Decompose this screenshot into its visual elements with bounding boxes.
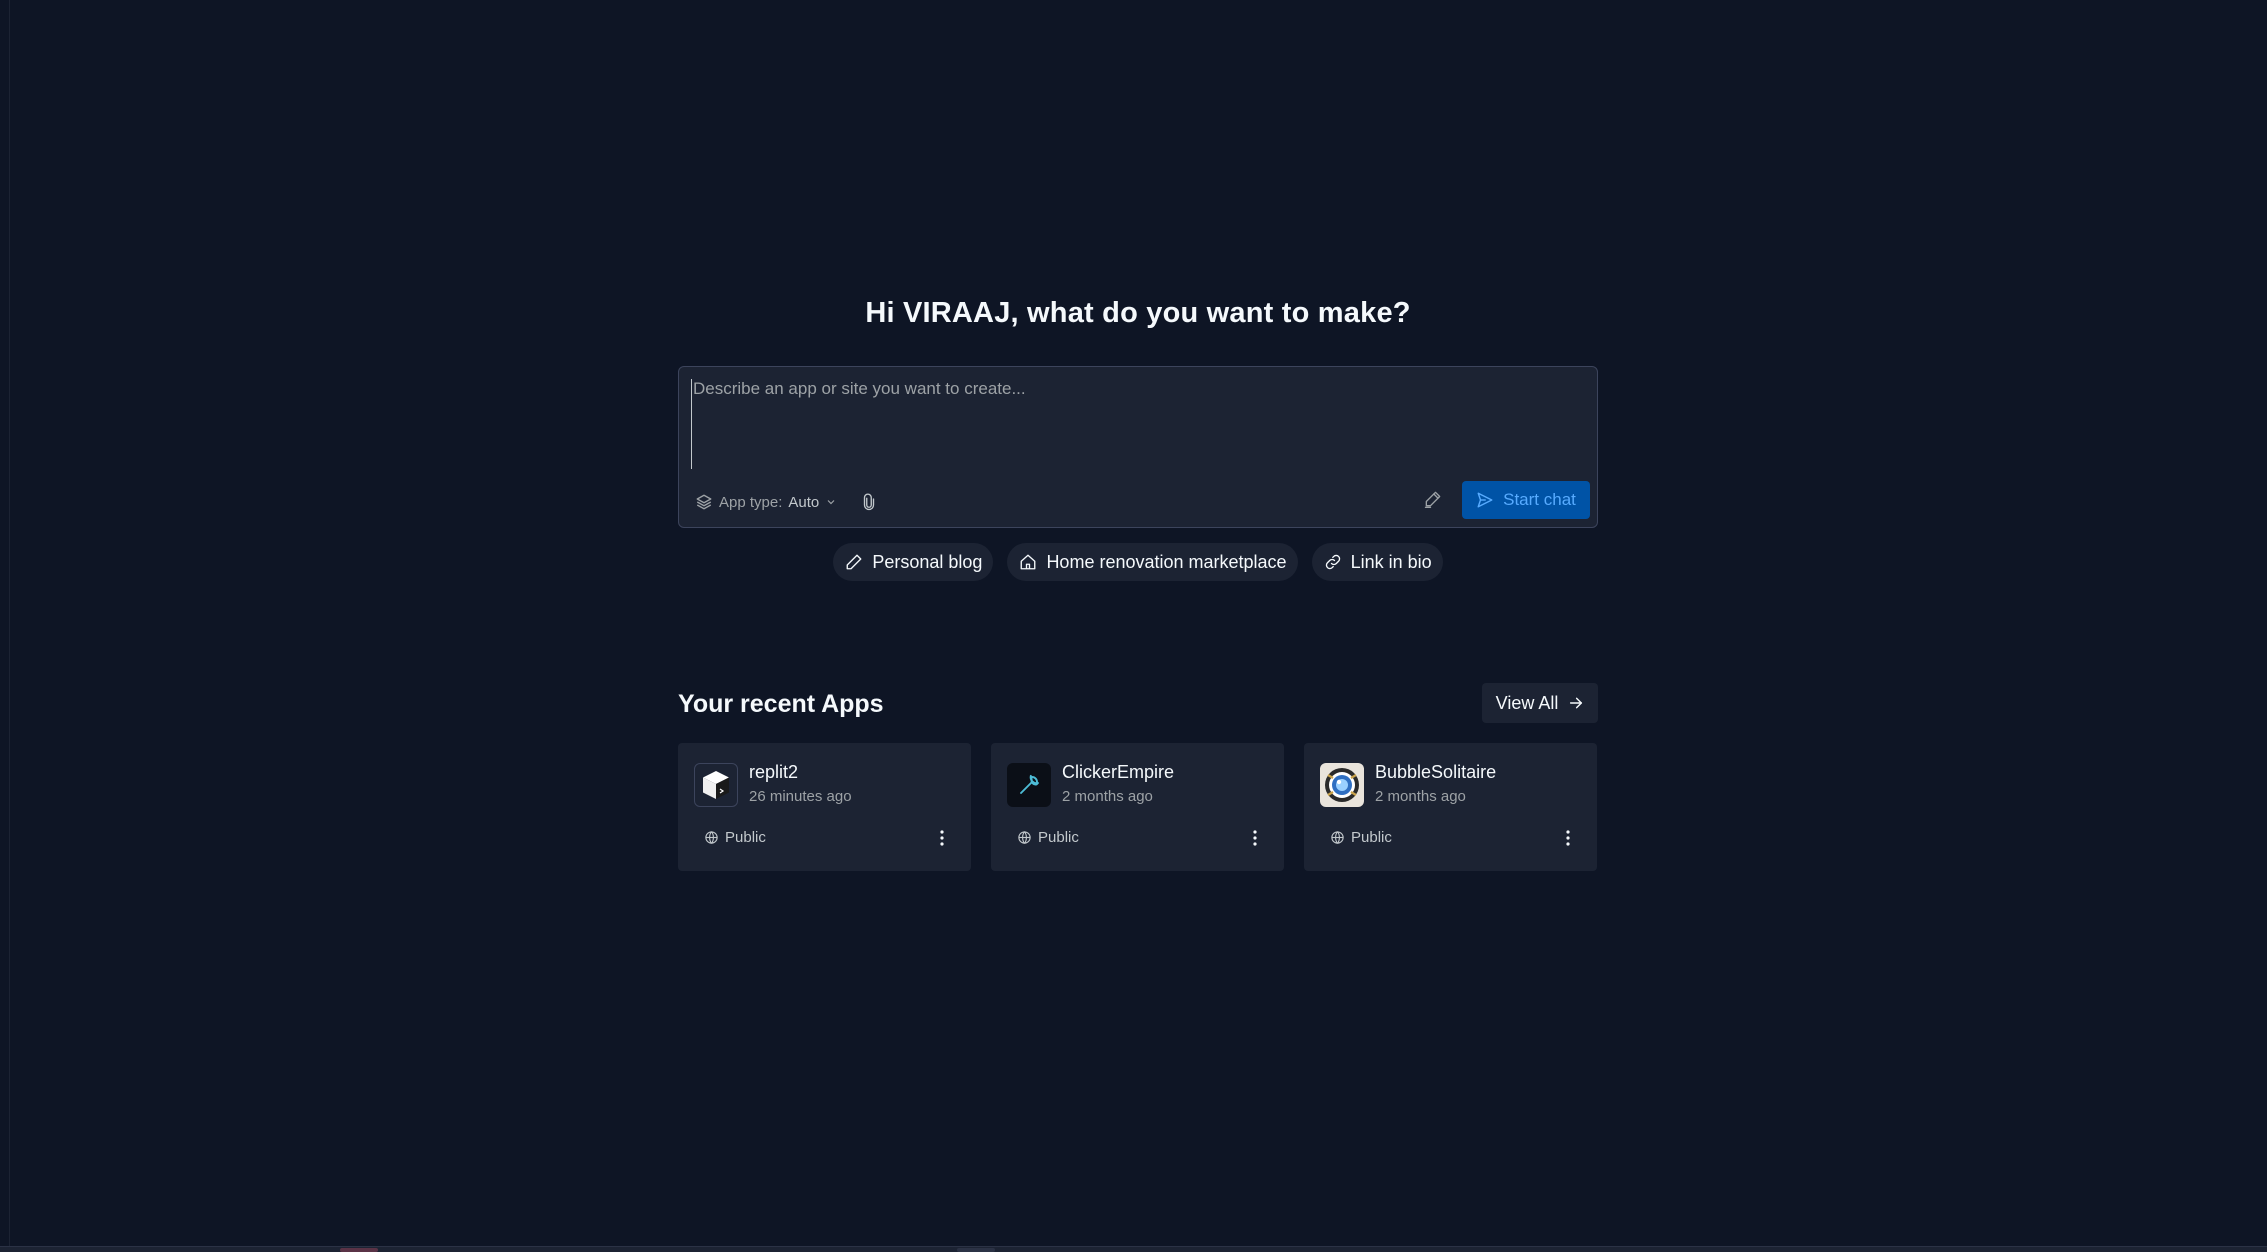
app-updated-time: 2 months ago bbox=[1062, 788, 1153, 805]
view-all-label: View All bbox=[1495, 692, 1559, 713]
suggestion-personal-blog[interactable]: Personal blog bbox=[833, 543, 994, 581]
chip-label: Link in bio bbox=[1350, 551, 1432, 572]
prompt-composer: App type: Auto Start chat bbox=[678, 366, 1598, 528]
app-thumbnail bbox=[694, 763, 738, 807]
globe-icon bbox=[705, 831, 718, 844]
app-type-label: App type: bbox=[719, 493, 783, 511]
app-name: replit2 bbox=[749, 762, 799, 782]
link-icon bbox=[1325, 554, 1340, 570]
start-chat-label: Start chat bbox=[1503, 490, 1576, 509]
suggestion-home-renovation[interactable]: Home renovation marketplace bbox=[1007, 543, 1298, 581]
visibility-label: Public bbox=[1038, 829, 1079, 846]
page-title: Hi VIRAAJ, what do you want to make? bbox=[865, 297, 1411, 329]
left-rail bbox=[0, 0, 10, 1252]
status-indicator bbox=[957, 1248, 995, 1252]
suggestion-link-in-bio[interactable]: Link in bio bbox=[1311, 543, 1443, 581]
arrow-right-icon bbox=[1570, 697, 1583, 709]
visibility-badge: Public bbox=[704, 829, 766, 846]
layers-icon bbox=[696, 494, 712, 510]
more-vertical-icon bbox=[1566, 830, 1570, 846]
app-type-selector[interactable]: App type: Auto bbox=[695, 489, 837, 515]
app-menu-button[interactable] bbox=[1248, 827, 1262, 849]
chip-label: Personal blog bbox=[872, 551, 983, 572]
start-chat-button[interactable]: Start chat bbox=[1462, 481, 1590, 519]
visibility-badge: Public bbox=[1017, 829, 1079, 846]
app-menu-button[interactable] bbox=[1561, 827, 1575, 849]
pencil-icon bbox=[846, 554, 862, 570]
visibility-label: Public bbox=[725, 829, 766, 846]
improve-prompt-button[interactable] bbox=[1419, 485, 1447, 513]
more-vertical-icon bbox=[940, 830, 944, 846]
globe-icon bbox=[1331, 831, 1344, 844]
pen-icon bbox=[1424, 491, 1441, 508]
recent-apps-list: replit2 26 minutes ago Public ClickerEmp… bbox=[678, 743, 1598, 871]
app-card-bubblesolitaire[interactable]: BubbleSolitaire 2 months ago Public bbox=[1304, 743, 1597, 871]
prompt-input[interactable] bbox=[691, 379, 1581, 469]
app-card-replit2[interactable]: replit2 26 minutes ago Public bbox=[678, 743, 971, 871]
visibility-badge: Public bbox=[1330, 829, 1392, 846]
app-name: ClickerEmpire bbox=[1062, 762, 1175, 782]
bubble-icon bbox=[1325, 768, 1359, 802]
app-name: BubbleSolitaire bbox=[1375, 762, 1497, 782]
chip-label: Home renovation marketplace bbox=[1046, 551, 1287, 572]
suggestion-chips: Personal blog Home renovation marketplac… bbox=[678, 543, 1598, 581]
send-icon bbox=[1477, 492, 1493, 508]
app-thumbnail bbox=[1320, 763, 1364, 807]
bottom-status-bar bbox=[0, 1246, 2267, 1252]
more-vertical-icon bbox=[1253, 830, 1257, 846]
visibility-label: Public bbox=[1351, 829, 1392, 846]
status-indicator bbox=[340, 1248, 378, 1252]
globe-icon bbox=[1018, 831, 1031, 844]
home-icon bbox=[1021, 554, 1036, 570]
app-type-value: Auto bbox=[788, 493, 820, 511]
app-updated-time: 2 months ago bbox=[1375, 788, 1466, 805]
app-card-clickerempire[interactable]: ClickerEmpire 2 months ago Public bbox=[991, 743, 1284, 871]
app-updated-time: 26 minutes ago bbox=[749, 788, 852, 805]
view-all-button[interactable]: View All bbox=[1482, 683, 1598, 723]
attach-button[interactable] bbox=[857, 490, 881, 514]
paperclip-icon bbox=[863, 493, 875, 511]
wrench-icon bbox=[1020, 774, 1039, 794]
recent-apps-heading: Your recent Apps bbox=[678, 690, 884, 718]
app-thumbnail bbox=[1007, 763, 1051, 807]
chevron-down-icon bbox=[827, 500, 835, 505]
cube-icon bbox=[703, 771, 729, 799]
app-menu-button[interactable] bbox=[935, 827, 949, 849]
